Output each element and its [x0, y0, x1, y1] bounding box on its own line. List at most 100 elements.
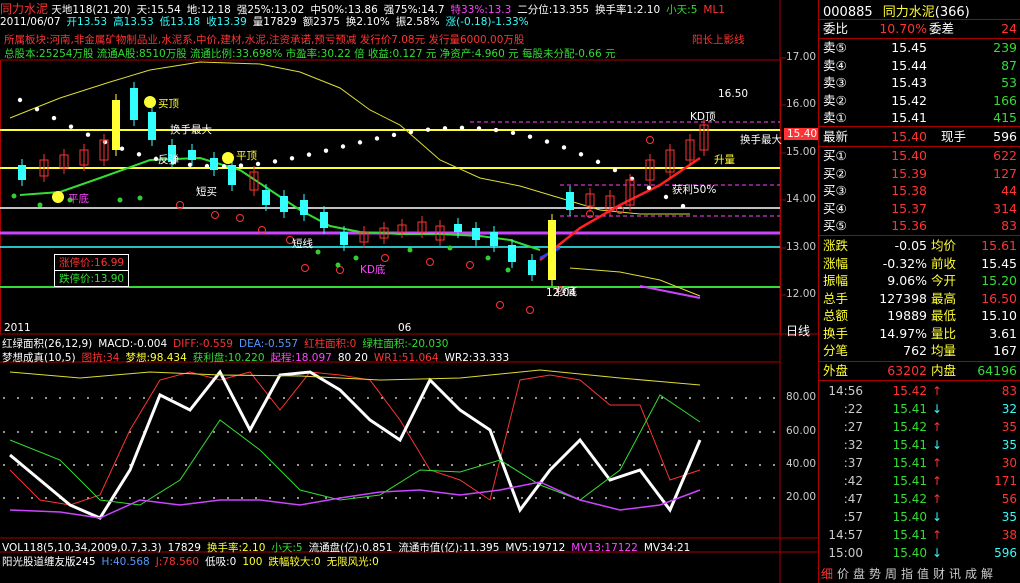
macd-item-4: 红柱面积:0	[304, 338, 357, 350]
grid-dot	[675, 397, 677, 399]
grid-dot	[73, 464, 75, 466]
grid-dot	[591, 464, 593, 466]
panel-tab[interactable]: 值	[915, 566, 931, 583]
header2-item-0: 2011/06/07	[0, 16, 61, 28]
grid-dot	[661, 464, 663, 466]
grid-dot	[577, 431, 579, 433]
grid-dot	[311, 464, 313, 466]
level-volume: 166	[993, 92, 1017, 108]
candle-body	[566, 192, 574, 210]
header2-item-3: 低13.18	[159, 16, 201, 28]
grid-dot	[227, 397, 229, 399]
grid-dot	[549, 497, 551, 499]
grid-dot	[731, 464, 733, 466]
panel-tab[interactable]: 成	[963, 566, 979, 583]
grid-dot	[171, 431, 173, 433]
grid-dot	[759, 397, 761, 399]
grid-dot	[31, 431, 33, 433]
price-axis-label: 12.00	[786, 288, 817, 300]
candle-body	[528, 260, 536, 275]
grid-dot	[759, 497, 761, 499]
chart-annotation: 短买	[196, 186, 217, 198]
grid-dot	[185, 397, 187, 399]
smiley-icon	[52, 191, 64, 203]
grid-dot	[353, 464, 355, 466]
level-label: 买④	[823, 200, 847, 216]
level-price: 15.43	[891, 75, 927, 90]
header2-item-1: 开13.53	[66, 16, 108, 28]
panel-tab[interactable]: 讯	[947, 566, 963, 583]
grid-dot	[381, 464, 383, 466]
buys-row[interactable]: 买④ 15.37 314	[819, 200, 1020, 217]
stat-row: 振幅 9.06% 今开 15.20	[823, 273, 1017, 288]
sells-row[interactable]: 卖① 15.41 415	[819, 109, 1020, 126]
period-label[interactable]: 日线	[786, 322, 810, 339]
grid-dot	[241, 497, 243, 499]
vol-header[interactable]: VOL118(5,10,34,2009,0.7,3.3) 17829 换手率:2.1…	[2, 540, 696, 555]
grid-dot	[423, 464, 425, 466]
buys-row[interactable]: 买① 15.40 622	[819, 147, 1020, 164]
grid-dot	[479, 497, 481, 499]
grid-dot	[45, 464, 47, 466]
sells-row[interactable]: 卖⑤ 15.45 239	[819, 39, 1020, 56]
profit-line	[9, 394, 701, 506]
grid-dot	[3, 397, 5, 399]
grid-dot	[689, 497, 691, 499]
candle-body	[210, 158, 218, 170]
sells-row[interactable]: 卖③ 15.43 53	[819, 74, 1020, 91]
chart-annotation: 16.50	[718, 88, 749, 100]
grid-dot	[535, 464, 537, 466]
grid-dot	[269, 464, 271, 466]
signal-circle	[381, 254, 389, 262]
grid-dot	[619, 431, 621, 433]
sar-dot	[595, 159, 601, 165]
dream-header[interactable]: 梦想成真(10,5) 图抗:34 梦想:98.434 获利盘:10.220 起程:18.…	[2, 350, 515, 365]
panel-tab[interactable]: 势	[867, 566, 883, 583]
sar-dot	[663, 194, 669, 200]
panel-tab[interactable]: 周	[883, 566, 899, 583]
grid-dot	[409, 497, 411, 499]
latest-row: 最新 15.40 现手 596	[823, 129, 1017, 144]
panel-tab[interactable]: 财	[931, 566, 947, 583]
kline-chart-area[interactable]: 同力水泥 天地118(21,20) 天:15.54 地:12.18 强25%:13.0…	[0, 0, 821, 583]
dream-item-0: 梦想成真(10,5)	[2, 352, 76, 364]
grid-dot	[45, 397, 47, 399]
grid-dot	[325, 431, 327, 433]
buys-row[interactable]: 买② 15.39 127	[819, 165, 1020, 182]
header2-item-6: 额2375	[302, 16, 340, 28]
bottom-item-0: 阳光股道缠友版245	[2, 556, 96, 568]
sar-dot	[476, 126, 482, 131]
grid-dot	[521, 497, 523, 499]
buys-row[interactable]: 买③ 15.38 44	[819, 182, 1020, 199]
grid-dot	[493, 397, 495, 399]
grid-dot	[31, 497, 33, 499]
sells-row[interactable]: 卖② 15.42 166	[819, 92, 1020, 109]
buys-row[interactable]: 买⑤ 15.36 83	[819, 217, 1020, 234]
sar-dot	[646, 185, 652, 191]
panel-tab[interactable]: 解	[979, 566, 995, 583]
chart-canvas[interactable]	[0, 0, 818, 583]
grid-dot	[129, 497, 131, 499]
grid-dot	[353, 397, 355, 399]
dream-axis-label: 20.00	[786, 491, 817, 503]
grid-dot	[647, 397, 649, 399]
bottom-indicator[interactable]: 阳光股道缠友版245 H:40.568 J:78.560 低吸:0 100 跌幅较大:0 无…	[2, 554, 385, 569]
sar-dot	[374, 136, 380, 141]
grid-dot	[101, 497, 103, 499]
grid-dot	[745, 497, 747, 499]
panel-tab[interactable]: 细	[819, 566, 835, 583]
panel-tab[interactable]: 盘	[851, 566, 867, 583]
panel-tabs[interactable]: 细价盘势周指值财讯成解	[819, 566, 1020, 583]
dream-item-6: WR1:51.064	[373, 352, 439, 364]
panel-tab[interactable]: 指	[899, 566, 915, 583]
grid-dot	[31, 464, 33, 466]
sells-row[interactable]: 卖④ 15.44 87	[819, 57, 1020, 74]
grid-dot	[395, 431, 397, 433]
grid-dot	[87, 397, 89, 399]
chart-annotation: 抄底	[556, 286, 577, 298]
stat-row: 总额 19889 最低 15.10	[823, 308, 1017, 323]
grid-dot	[465, 464, 467, 466]
macd-header[interactable]: 红绿面积(26,12,9) MACD:-0.004 DIFF:-0.559 DEA:-…	[2, 336, 454, 351]
level-label: 卖②	[823, 92, 847, 108]
panel-tab[interactable]: 价	[835, 566, 851, 583]
